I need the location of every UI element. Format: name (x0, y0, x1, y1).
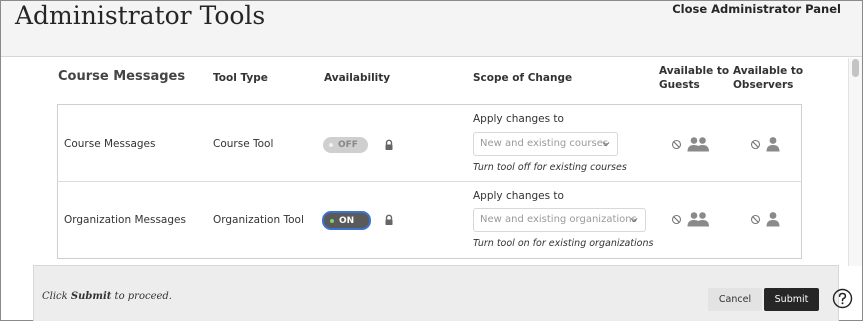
scope-select[interactable]: New and existing courses (473, 132, 618, 156)
tool-type: Course Tool (213, 138, 274, 150)
apply-changes-label: Apply changes to (473, 190, 564, 202)
column-header-observers-line1: Available to (733, 65, 804, 77)
toggle-label: ON (339, 215, 355, 226)
scope-select[interactable]: New and existing organizations (473, 208, 646, 232)
page-title: Administrator Tools (15, 1, 266, 30)
cancel-button[interactable]: Cancel (708, 288, 762, 311)
scrollbar-thumb[interactable] (852, 59, 859, 77)
submit-button[interactable]: Submit (764, 288, 819, 311)
section-title: Course Messages (58, 69, 186, 84)
lock-icon (385, 214, 393, 225)
observer-person-icon[interactable] (765, 136, 781, 152)
submit-hint-suffix: to proceed. (111, 291, 172, 302)
row-divider (57, 181, 802, 182)
chevron-down-icon (630, 218, 638, 223)
column-header-guests: Available to Guests (659, 64, 729, 92)
toggle-indicator-dot (329, 143, 333, 147)
submit-hint: Click Submit to proceed. (42, 291, 172, 302)
lock-icon (385, 139, 393, 150)
guests-group-icon[interactable] (686, 211, 711, 227)
toggle-indicator-dot (330, 218, 334, 223)
not-available-icon (750, 214, 761, 225)
help-icon[interactable] (832, 288, 853, 309)
not-available-icon (750, 139, 761, 150)
scope-note: Turn tool on for existing organizations (473, 238, 654, 249)
apply-changes-label: Apply changes to (473, 113, 564, 125)
scope-select-value: New and existing courses (480, 138, 609, 149)
scope-select-value: New and existing organizations (480, 214, 637, 225)
scope-note: Turn tool off for existing courses (473, 162, 627, 173)
column-header-availability: Availability (324, 72, 391, 84)
close-panel-link[interactable]: Close Administrator Panel (672, 2, 841, 16)
toggle-label: OFF (338, 140, 358, 150)
guests-group-icon[interactable] (686, 136, 711, 152)
tool-name: Organization Messages (64, 214, 186, 226)
column-header-guests-line2: Guests (659, 79, 700, 91)
scrollbar-track[interactable] (848, 58, 862, 266)
column-header-observers-line2: Observers (733, 79, 794, 91)
availability-toggle-off[interactable]: OFF (323, 137, 368, 153)
chevron-down-icon (602, 142, 610, 147)
column-header-scope: Scope of Change (473, 72, 573, 84)
not-available-icon (671, 214, 682, 225)
not-available-icon (671, 139, 682, 150)
tool-type: Organization Tool (213, 214, 304, 226)
column-header-tool-type: Tool Type (213, 72, 268, 84)
submit-hint-bold: Submit (70, 291, 112, 302)
tool-name: Course Messages (64, 138, 156, 150)
observer-person-icon[interactable] (765, 211, 781, 227)
availability-toggle-on[interactable]: ON (322, 211, 371, 230)
column-header-guests-line1: Available to (659, 65, 730, 77)
column-header-observers: Available to Observers (733, 64, 803, 92)
submit-hint-prefix: Click (42, 291, 71, 302)
